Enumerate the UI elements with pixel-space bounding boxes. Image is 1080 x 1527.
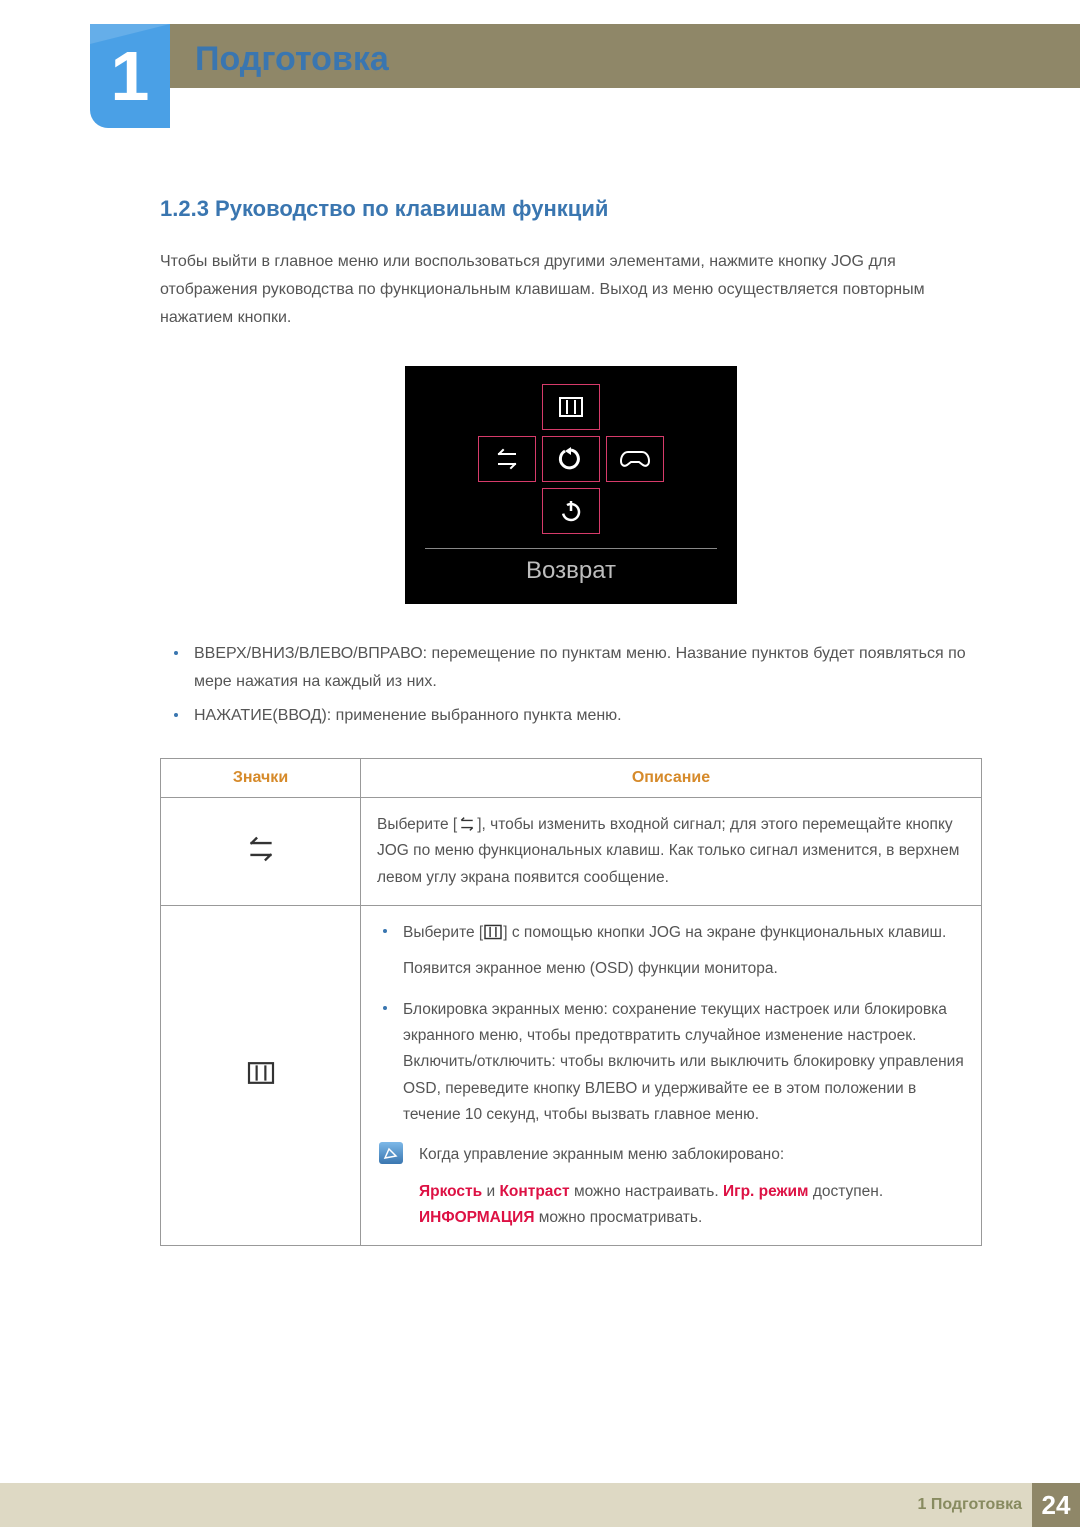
table-row: Выберите [], чтобы изменить входной сигн… xyxy=(161,798,982,906)
list-item: ВВЕРХ/ВНИЗ/ВЛЕВО/ВПРАВО: перемещение по … xyxy=(160,640,982,696)
osd-return-button xyxy=(542,436,600,482)
sub-paragraph: Появится экранное меню (OSD) функции мон… xyxy=(403,956,965,982)
menu-icon xyxy=(558,396,584,418)
note-details: Яркость и Контраст можно настраивать. Иг… xyxy=(419,1179,965,1232)
osd-grid xyxy=(425,384,717,534)
section-heading: 1.2.3 Руководство по клавишам функций xyxy=(160,196,982,222)
chapter-number: 1 xyxy=(111,41,150,111)
note-icon xyxy=(379,1142,403,1164)
note-lead: Когда управление экранным меню заблокиро… xyxy=(419,1142,965,1168)
highlight-brightness: Яркость xyxy=(419,1183,482,1200)
gamepad-icon xyxy=(620,449,650,469)
highlight-information: ИНФОРМАЦИЯ xyxy=(419,1209,534,1226)
osd-figure: Возврат xyxy=(405,366,737,604)
text: ] с помощью кнопки JOG на экране функцио… xyxy=(503,924,946,941)
osd-empty-cell xyxy=(478,384,536,430)
list-item: НАЖАТИЕ(ВВОД): применение выбранного пун… xyxy=(160,702,982,730)
power-icon xyxy=(559,499,583,523)
osd-game-button xyxy=(606,436,664,482)
list-item: Блокировка экранных меню: сохранение тек… xyxy=(377,997,965,1129)
intro-text: Чтобы выйти в главное меню или воспользо… xyxy=(160,248,982,332)
text: можно просматривать. xyxy=(534,1209,702,1226)
osd-empty-cell xyxy=(606,488,664,534)
osd-menu-button xyxy=(542,384,600,430)
directions-list: ВВЕРХ/ВНИЗ/ВЛЕВО/ВПРАВО: перемещение по … xyxy=(160,640,982,730)
list-item: Выберите [ ] с помощью кнопки JOG на экра… xyxy=(377,920,965,983)
source-swap-icon xyxy=(493,448,521,470)
text: доступен. xyxy=(809,1183,884,1200)
highlight-game-mode: Игр. режим xyxy=(723,1183,809,1200)
osd-divider xyxy=(425,548,717,549)
highlight-contrast: Контраст xyxy=(499,1183,569,1200)
desc-cell-menu: Выберите [ ] с помощью кнопки JOG на экра… xyxy=(361,906,982,1246)
return-icon xyxy=(558,446,584,472)
table-row: Выберите [ ] с помощью кнопки JOG на экра… xyxy=(161,906,982,1246)
footer-chapter-label: 1 Подготовка xyxy=(917,1496,1022,1514)
menu-icon xyxy=(246,1061,276,1085)
text: Выберите [ xyxy=(403,924,483,941)
footer-page-number: 24 xyxy=(1032,1483,1080,1527)
table-header-icons: Значки xyxy=(161,759,361,798)
chapter-badge: 1 xyxy=(90,24,170,128)
table-header-desc: Описание xyxy=(361,759,982,798)
osd-power-button xyxy=(542,488,600,534)
source-swap-icon xyxy=(457,816,477,832)
menu-icon xyxy=(483,924,503,940)
text: и xyxy=(482,1183,499,1200)
text: Выберите [ xyxy=(377,816,457,833)
page-footer: 1 Подготовка 24 xyxy=(0,1483,1080,1527)
osd-source-button xyxy=(478,436,536,482)
desc-cell-source: Выберите [], чтобы изменить входной сигн… xyxy=(361,798,982,906)
content-area: 1.2.3 Руководство по клавишам функций Чт… xyxy=(160,196,982,1246)
icon-cell-menu xyxy=(161,906,361,1246)
icon-cell-source xyxy=(161,798,361,906)
note-block: Когда управление экранным меню заблокиро… xyxy=(377,1142,965,1231)
text: можно настраивать. xyxy=(570,1183,723,1200)
source-swap-icon xyxy=(244,836,278,862)
chapter-title: Подготовка xyxy=(195,40,389,79)
icons-table: Значки Описание Выберите [], чтобы измен… xyxy=(160,758,982,1246)
osd-return-label: Возврат xyxy=(425,557,717,585)
inner-list: Выберите [ ] с помощью кнопки JOG на экра… xyxy=(377,920,965,1128)
osd-empty-cell xyxy=(478,488,536,534)
osd-empty-cell xyxy=(606,384,664,430)
